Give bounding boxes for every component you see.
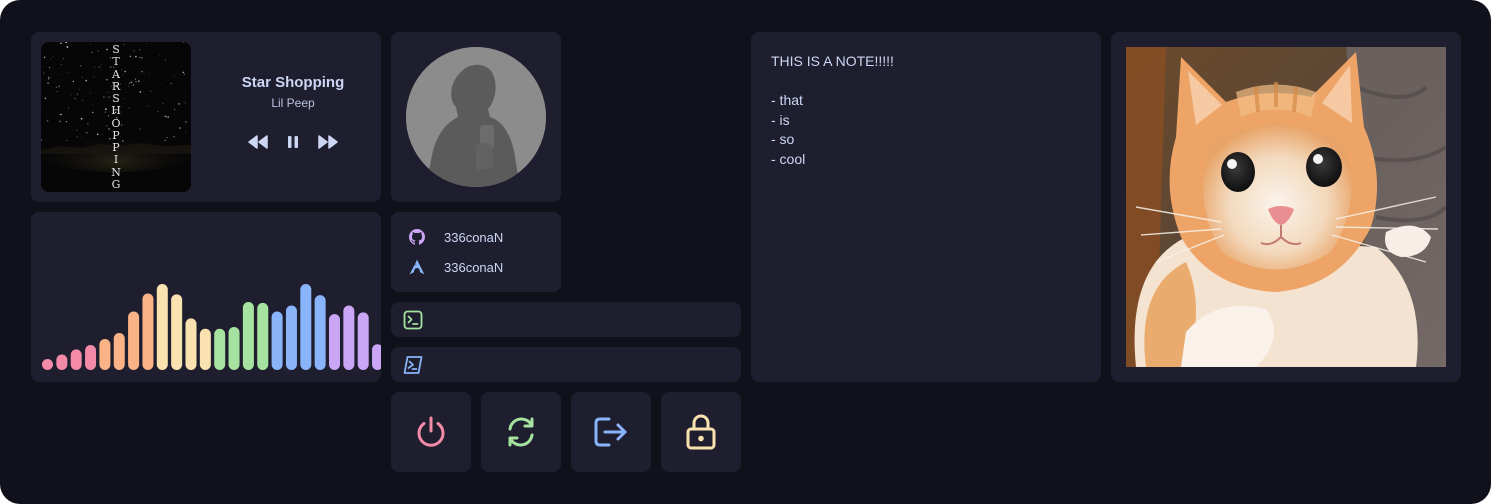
cover-letter: N <box>111 165 121 179</box>
visualizer-bar <box>285 305 297 370</box>
visualizer-bar <box>372 344 381 370</box>
visualizer-bar <box>70 349 82 370</box>
github-icon <box>409 229 425 245</box>
track-title: Star Shopping <box>241 74 345 91</box>
visualizer-bar <box>214 328 226 370</box>
logout-button[interactable] <box>571 392 651 472</box>
previous-button[interactable] <box>246 132 270 152</box>
github-handle: 336conaN <box>444 229 504 245</box>
visualizer-bar <box>314 295 326 370</box>
visualizer-bar <box>343 305 355 370</box>
restart-button[interactable] <box>481 392 561 472</box>
cover-letter: H <box>111 104 121 118</box>
visualizer-bar <box>113 333 125 370</box>
audio-visualizer <box>31 212 381 382</box>
note-line <box>771 72 1081 92</box>
visualizer-bar <box>199 328 211 370</box>
pause-button[interactable] <box>281 132 305 152</box>
cover-letter: P <box>112 141 120 155</box>
avatar <box>406 47 546 187</box>
next-icon <box>318 135 338 149</box>
terminal-button[interactable] <box>391 302 741 337</box>
cover-letter: S <box>112 43 120 56</box>
cover-letter: I <box>113 153 119 167</box>
lock-button[interactable] <box>661 392 741 472</box>
shutdown-button[interactable] <box>391 392 471 472</box>
dashboard: STARSHOPPING Star Shopping Lil Peep 336c… <box>0 0 1491 504</box>
music-player: STARSHOPPING Star Shopping Lil Peep <box>31 32 381 202</box>
visualizer-bar <box>42 359 53 370</box>
visualizer-bar <box>171 294 183 370</box>
album-cover-title: STARSHOPPING <box>104 44 128 190</box>
note-line: - that <box>771 92 803 108</box>
visualizer-bar <box>128 311 140 370</box>
arch-icon <box>409 259 425 275</box>
cover-letter: A <box>112 67 120 81</box>
cover-letter: P <box>112 128 120 142</box>
profile-card <box>391 32 561 202</box>
cover-letter: R <box>111 79 121 93</box>
social-links: 336conaN 336conaN <box>391 212 561 292</box>
refresh-icon <box>508 417 534 447</box>
github-link[interactable]: 336conaN <box>409 228 503 246</box>
arch-link[interactable]: 336conaN <box>409 258 503 276</box>
note-line: THIS IS A NOTE!!!!! <box>771 53 894 69</box>
visualizer-bar <box>242 302 254 370</box>
visualizer-bar <box>257 302 269 370</box>
arch-handle: 336conaN <box>444 259 504 275</box>
cover-letter: T <box>112 55 120 69</box>
powershell-button[interactable] <box>391 347 741 382</box>
track-artist: Lil Peep <box>271 96 315 110</box>
previous-icon <box>248 135 268 149</box>
logout-icon <box>594 417 627 447</box>
next-button[interactable] <box>316 132 340 152</box>
notes-card[interactable]: THIS IS A NOTE!!!!! - that - is - so - cool <box>751 32 1101 382</box>
note-line: - is <box>771 111 790 128</box>
avatar-silhouette <box>406 47 546 187</box>
note-line: - so <box>771 131 795 147</box>
visualizer-bar <box>228 327 240 370</box>
visualizer-bar <box>329 314 340 370</box>
power-icon <box>417 416 445 447</box>
visualizer-bar <box>357 312 369 370</box>
visualizer-bar <box>85 345 97 370</box>
visualizer-bar <box>271 311 283 370</box>
powershell-icon <box>403 356 423 374</box>
visualizer-bars <box>42 284 381 370</box>
visualizer-bar <box>99 339 111 370</box>
cover-letter: S <box>112 92 120 106</box>
cat-image <box>1126 47 1446 367</box>
cover-letter: G <box>111 177 121 191</box>
terminal-icon <box>403 310 423 330</box>
visualizer-bar <box>56 354 68 370</box>
note-text[interactable]: THIS IS A NOTE!!!!! - that - is - so - cool <box>771 52 1081 169</box>
cover-letter: O <box>111 116 121 130</box>
visualizer-bar <box>156 284 168 370</box>
visualizer-bar <box>300 284 312 370</box>
note-line: - cool <box>771 150 806 167</box>
cat-picture <box>1126 47 1446 367</box>
pause-icon <box>288 136 298 148</box>
album-cover: STARSHOPPING <box>41 42 191 192</box>
visualizer-bar <box>185 318 197 370</box>
lock-icon <box>686 414 716 450</box>
picture-card <box>1111 32 1461 382</box>
visualizer-bar <box>142 293 154 370</box>
